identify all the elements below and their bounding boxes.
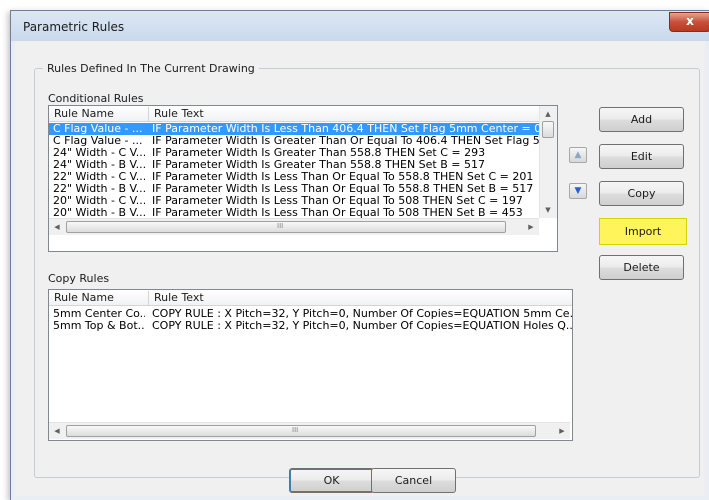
copy-button[interactable]: Copy [599, 181, 684, 206]
scroll-down-icon[interactable]: ▼ [540, 202, 556, 218]
close-button[interactable]: x [669, 12, 709, 32]
table-row[interactable]: 5mm Top & Bot... COPY RULE : X Pitch=32,… [49, 320, 572, 332]
scroll-thumb[interactable] [542, 121, 554, 138]
title-bar[interactable]: Parametric Rules x [11, 11, 709, 41]
parametric-rules-dialog: Parametric Rules x Rules Defined In The … [10, 10, 709, 500]
copy-horizontal-scrollbar[interactable]: ◀ III ▶ [49, 422, 570, 439]
copy-rules-label: Copy Rules [48, 272, 110, 285]
dialog-client-area: Rules Defined In The Current Drawing Con… [15, 41, 705, 496]
scroll-thumb[interactable]: III [66, 221, 506, 233]
copy-rules-list[interactable]: Rule Name Rule Text 5mm Center Co... COP… [48, 289, 573, 441]
edit-button[interactable]: Edit [599, 144, 684, 169]
ok-button[interactable]: OK [289, 468, 374, 493]
arrow-up-icon: ▲ [574, 150, 582, 160]
delete-button[interactable]: Delete [599, 255, 684, 280]
conditional-horizontal-scrollbar[interactable]: ◀ III ▶ [49, 218, 539, 235]
column-header-rule-text[interactable]: Rule Text [149, 291, 570, 305]
move-down-button[interactable]: ▼ [569, 183, 587, 199]
scroll-up-icon[interactable]: ▲ [540, 106, 556, 122]
conditional-list-header: Rule Name Rule Text [49, 106, 557, 122]
add-button[interactable]: Add [599, 107, 684, 132]
arrow-down-icon: ▼ [574, 186, 582, 196]
column-header-rule-name[interactable]: Rule Name [49, 291, 149, 305]
conditional-vertical-scrollbar[interactable]: ▲ ▼ [539, 106, 557, 218]
column-header-rule-name[interactable]: Rule Name [49, 107, 149, 121]
conditional-rules-label: Conditional Rules [48, 92, 144, 105]
scroll-left-icon[interactable]: ◀ [49, 423, 65, 439]
scroll-left-icon[interactable]: ◀ [49, 219, 65, 235]
scroll-grip: III [292, 426, 299, 434]
import-button[interactable]: Import [599, 218, 687, 245]
column-header-rule-text[interactable]: Rule Text [149, 107, 539, 121]
conditional-rules-list[interactable]: Rule Name Rule Text C Flag Value - ... I… [48, 105, 558, 252]
scroll-grip: III [277, 222, 284, 230]
scroll-thumb[interactable]: III [66, 425, 536, 437]
cancel-button[interactable]: Cancel [371, 468, 456, 493]
groupbox-title: Rules Defined In The Current Drawing [43, 62, 259, 75]
window-title: Parametric Rules [23, 20, 125, 34]
copy-list-header: Rule Name Rule Text [49, 290, 572, 306]
scroll-right-icon[interactable]: ▶ [554, 423, 570, 439]
move-up-button[interactable]: ▲ [569, 147, 587, 163]
scroll-right-icon[interactable]: ▶ [523, 219, 539, 235]
